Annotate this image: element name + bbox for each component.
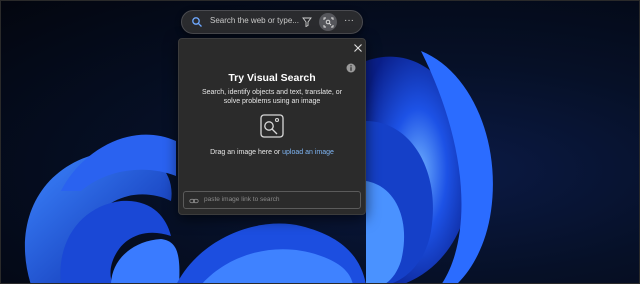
upload-image-link[interactable]: upload an image: [282, 149, 334, 156]
image-link-input[interactable]: paste image link to search: [183, 191, 361, 209]
visual-search-button[interactable]: [319, 13, 337, 31]
drag-text: Drag an image here or: [210, 149, 283, 156]
search-icon: [192, 17, 202, 27]
image-link-placeholder: paste image link to search: [204, 196, 280, 203]
link-icon: [189, 198, 199, 204]
search-input[interactable]: Search the web or type...: [210, 16, 299, 25]
image-search-icon: [260, 114, 284, 138]
drag-instructions: Drag an image here or upload an image: [179, 149, 365, 156]
visual-search-icon: [323, 17, 333, 27]
close-icon[interactable]: [353, 43, 363, 53]
search-bar[interactable]: Search the web or type... ···: [181, 10, 363, 34]
visual-search-description: Search, identify objects and text, trans…: [201, 89, 343, 105]
visual-search-title: Try Visual Search: [228, 72, 316, 84]
visual-search-panel: Try Visual Search Search, identify objec…: [178, 38, 366, 215]
filter-icon[interactable]: [302, 17, 312, 27]
more-icon[interactable]: ···: [343, 15, 355, 27]
desktop: Search the web or type... ··· Try Visual…: [0, 0, 640, 284]
